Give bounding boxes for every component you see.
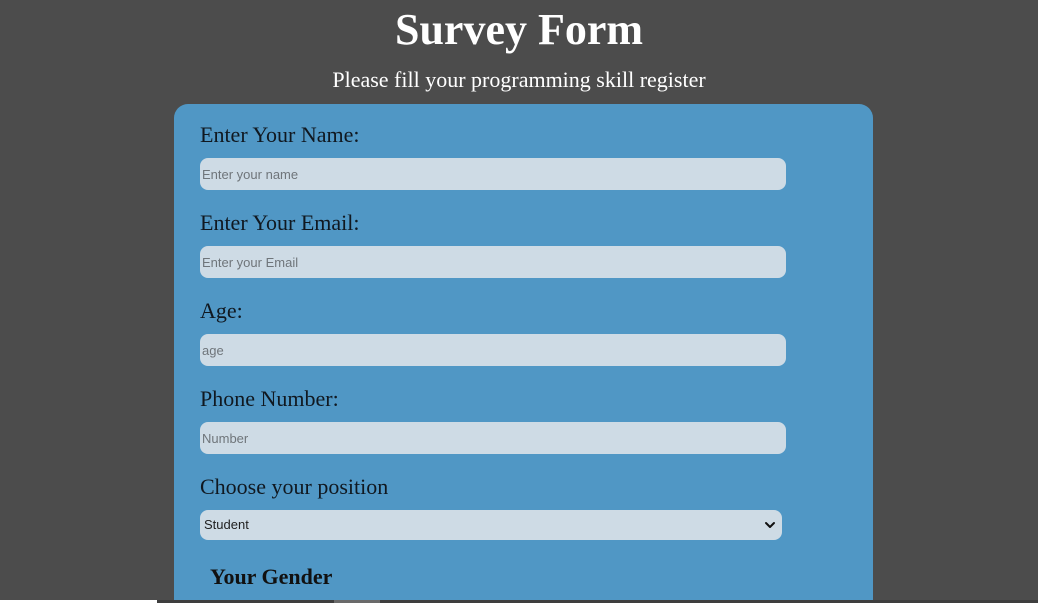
age-input[interactable]: [200, 334, 786, 366]
survey-form: Enter Your Name: Enter Your Email: Age: …: [174, 104, 873, 603]
position-label: Choose your position: [200, 474, 389, 499]
name-input[interactable]: [200, 158, 786, 190]
chevron-down-icon: [765, 522, 775, 528]
page-title: Survey Form: [394, 5, 644, 54]
age-label: Age:: [200, 298, 243, 323]
email-label: Enter Your Email:: [200, 210, 360, 235]
email-input[interactable]: [200, 246, 786, 278]
position-selected-value: Student: [204, 517, 249, 532]
phone-label: Phone Number:: [200, 386, 339, 411]
survey-page: Survey Form Please fill your programming…: [0, 0, 1038, 603]
position-select[interactable]: Student: [200, 510, 782, 540]
page-subtitle: Please fill your programming skill regis…: [332, 67, 706, 92]
phone-input[interactable]: [200, 422, 786, 454]
name-label: Enter Your Name:: [200, 122, 360, 147]
gender-heading: Your Gender: [210, 564, 333, 589]
